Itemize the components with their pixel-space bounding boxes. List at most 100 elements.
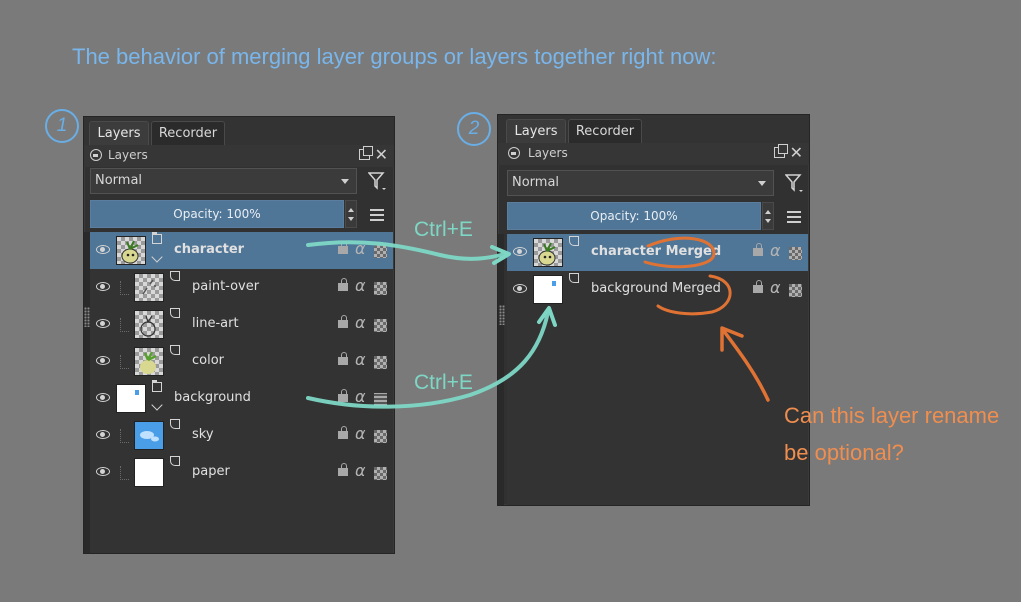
question-line-1: Can this layer rename <box>784 403 1000 428</box>
eye-icon[interactable] <box>513 247 527 256</box>
tab-layers[interactable]: Layers <box>506 119 566 143</box>
layer-row[interactable]: character Merged α <box>507 234 808 271</box>
paint-layer-icon <box>569 273 579 283</box>
lock-icon[interactable] <box>338 241 348 254</box>
checker-icon[interactable] <box>374 393 387 406</box>
lock-docker-icon[interactable] <box>90 149 102 161</box>
close-icon[interactable]: ✕ <box>790 143 803 163</box>
opacity-spinner[interactable] <box>762 202 774 230</box>
layer-name[interactable]: background Merged <box>591 281 721 296</box>
layer-name[interactable]: background <box>174 390 251 405</box>
alpha-icon[interactable]: α <box>355 276 366 295</box>
lock-icon[interactable] <box>338 463 348 476</box>
eye-icon[interactable] <box>96 430 110 439</box>
alpha-icon[interactable]: α <box>355 313 366 332</box>
tab-bar: Layers Recorder <box>84 117 394 145</box>
paint-layer-icon <box>170 308 180 318</box>
checker-icon[interactable] <box>374 282 387 295</box>
layer-thumbnail <box>116 236 146 265</box>
group-icon <box>152 380 162 392</box>
checker-icon[interactable] <box>789 247 802 260</box>
eye-icon[interactable] <box>513 284 527 293</box>
headline: The behavior of merging layer groups or … <box>72 44 717 69</box>
layer-row[interactable]: background α <box>90 380 393 417</box>
lock-icon[interactable] <box>338 278 348 291</box>
chevron-down-icon[interactable] <box>151 251 163 263</box>
tab-bar: Layers Recorder <box>498 115 809 143</box>
layer-row[interactable]: paint-over α <box>90 269 393 306</box>
paint-layer-icon <box>170 419 180 429</box>
float-icon[interactable] <box>774 144 788 158</box>
alpha-icon[interactable]: α <box>355 239 366 258</box>
layers-docker-2: Layers Recorder Layers ✕ Normal Opacity:… <box>497 114 810 506</box>
docker-title: Layers <box>528 146 568 160</box>
layer-row[interactable]: line-art α <box>90 306 393 343</box>
checker-icon[interactable] <box>374 245 387 258</box>
menu-icon[interactable] <box>787 211 801 223</box>
tree-indent <box>120 281 129 295</box>
layer-row[interactable]: background Merged α <box>507 271 808 308</box>
opacity-slider[interactable]: Opacity: 100% <box>507 202 761 230</box>
alpha-icon[interactable]: α <box>355 424 366 443</box>
lock-icon[interactable] <box>753 280 763 293</box>
lock-icon[interactable] <box>338 426 348 439</box>
blend-mode-select[interactable]: Normal <box>90 168 357 194</box>
lock-icon[interactable] <box>338 315 348 328</box>
layer-name[interactable]: color <box>192 353 224 368</box>
lock-docker-icon[interactable] <box>508 147 520 159</box>
shortcut-label-2: Ctrl+E <box>414 371 473 394</box>
layer-name[interactable]: line-art <box>192 316 239 331</box>
eye-icon[interactable] <box>96 467 110 476</box>
close-icon[interactable]: ✕ <box>375 145 388 165</box>
layer-name[interactable]: sky <box>192 427 214 442</box>
layer-thumbnail <box>134 273 164 302</box>
eye-icon[interactable] <box>96 319 110 328</box>
checker-icon[interactable] <box>374 356 387 369</box>
chevron-down-icon <box>758 181 766 186</box>
alpha-icon[interactable]: α <box>770 278 781 297</box>
opacity-spinner[interactable] <box>345 200 357 228</box>
eye-icon[interactable] <box>96 356 110 365</box>
layer-thumbnail <box>134 421 164 450</box>
eye-icon[interactable] <box>96 393 110 402</box>
filter-icon[interactable] <box>785 173 803 193</box>
checker-icon[interactable] <box>789 284 802 297</box>
lock-icon[interactable] <box>753 243 763 256</box>
checker-icon[interactable] <box>374 319 387 332</box>
lock-icon[interactable] <box>338 352 348 365</box>
layer-name[interactable]: character Merged <box>591 244 721 259</box>
chevron-down-icon[interactable] <box>151 399 163 411</box>
checker-icon[interactable] <box>374 430 387 443</box>
eye-icon[interactable] <box>96 282 110 291</box>
layer-thumbnail <box>134 310 164 339</box>
docker-header: Layers ✕ <box>84 145 394 167</box>
float-icon[interactable] <box>359 146 373 160</box>
layer-row[interactable]: character α <box>90 232 393 269</box>
blend-mode-select[interactable]: Normal <box>507 170 774 196</box>
lock-icon[interactable] <box>338 389 348 402</box>
filter-icon[interactable] <box>368 171 386 191</box>
alpha-icon[interactable]: α <box>355 387 366 406</box>
layer-name[interactable]: paper <box>192 464 230 479</box>
layer-row[interactable]: paper α <box>90 454 393 491</box>
menu-icon[interactable] <box>370 209 384 221</box>
tab-recorder[interactable]: Recorder <box>151 121 225 145</box>
tab-recorder[interactable]: Recorder <box>568 119 642 143</box>
tree-indent <box>120 466 129 480</box>
eye-icon[interactable] <box>96 245 110 254</box>
layer-thumbnail <box>134 347 164 376</box>
layer-thumbnail <box>533 238 563 267</box>
layers-docker-1: Layers Recorder Layers ✕ Normal Opacity:… <box>83 116 395 554</box>
layer-name[interactable]: character <box>174 242 244 257</box>
layer-row[interactable]: color α <box>90 343 393 380</box>
resize-grip[interactable] <box>499 305 505 325</box>
alpha-icon[interactable]: α <box>355 461 366 480</box>
layer-thumbnail <box>116 384 146 413</box>
layer-name[interactable]: paint-over <box>192 279 259 294</box>
opacity-slider[interactable]: Opacity: 100% <box>90 200 344 228</box>
layer-row[interactable]: sky α <box>90 417 393 454</box>
alpha-icon[interactable]: α <box>770 241 781 260</box>
tab-layers[interactable]: Layers <box>89 121 149 145</box>
alpha-icon[interactable]: α <box>355 350 366 369</box>
checker-icon[interactable] <box>374 467 387 480</box>
